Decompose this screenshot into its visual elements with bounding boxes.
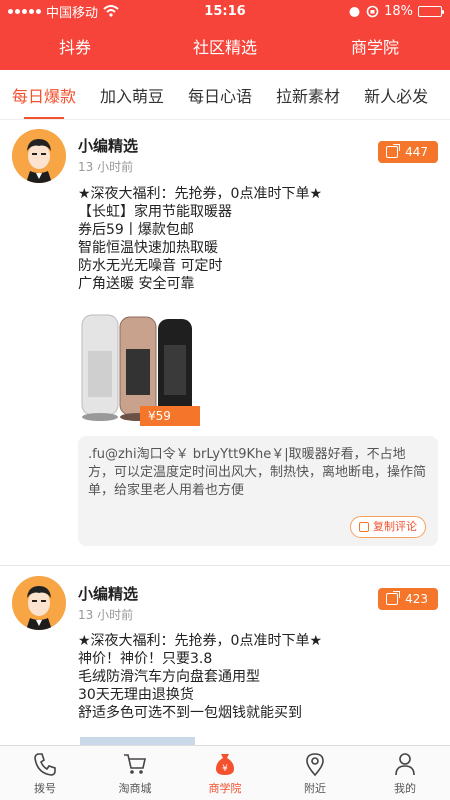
- copy-icon: [359, 522, 369, 532]
- avatar[interactable]: [12, 129, 66, 183]
- person-icon: [395, 752, 415, 775]
- post-divider: [0, 565, 450, 566]
- tab-mine[interactable]: 我的: [360, 746, 450, 800]
- money-bag-icon: ¥: [216, 753, 234, 775]
- share-count: 447: [405, 145, 428, 159]
- carrier-label: 中国移动: [46, 5, 99, 21]
- post-line: ★深夜大福利：先抢券，0点准时下单★: [78, 633, 323, 649]
- post-line: 智能恒温快速加热取暖: [78, 240, 218, 256]
- status-bar: 中国移动 15:16 18%: [0, 0, 450, 22]
- top-nav-douquan[interactable]: 抖券: [0, 34, 150, 58]
- tab-label: 拨号: [34, 781, 56, 795]
- post-line: 神价！神价！只要3.8: [78, 651, 213, 667]
- tab-taobao-mall[interactable]: 淘商城: [90, 746, 180, 800]
- bottom-tab-bar: 拨号 淘商城 ¥ 商学院 附近 我的: [0, 745, 450, 800]
- price-tag: ¥59: [140, 406, 200, 426]
- subtab-newbie-must[interactable]: 新人必发: [364, 83, 428, 107]
- tab-label: 商学院: [208, 781, 242, 795]
- share-button[interactable]: 447: [378, 141, 438, 163]
- post-author-name: 小编精选: [78, 585, 139, 603]
- post-line: 30天无理由退换货: [78, 687, 194, 703]
- external-share-icon: [386, 591, 400, 605]
- product-image[interactable]: [80, 737, 195, 745]
- post-line: 防水无光无噪音 可定时: [78, 258, 223, 274]
- signal-icon: [8, 8, 41, 14]
- phone-icon: [34, 752, 56, 776]
- feed[interactable]: 小编精选 13 小时前 447 ★深夜大福利：先抢券，0点准时下单★ 【长虹】家…: [0, 121, 450, 745]
- subtab-referral-material[interactable]: 拉新素材: [276, 83, 340, 107]
- top-nav: 抖券 社区精选 商学院: [0, 22, 450, 70]
- copy-comment-button[interactable]: 复制评论: [350, 516, 426, 538]
- subtab-daily-hot[interactable]: 每日爆款: [12, 83, 76, 119]
- avatar[interactable]: [12, 576, 66, 630]
- tab-label: 淘商城: [118, 781, 152, 795]
- post-time: 13 小时前: [78, 608, 134, 622]
- battery-percent: 18%: [384, 3, 413, 19]
- external-share-icon: [386, 144, 400, 158]
- tab-academy[interactable]: ¥ 商学院: [180, 746, 270, 800]
- status-time: 15:16: [204, 3, 246, 19]
- share-button[interactable]: 423: [378, 588, 438, 610]
- comment-box: .fu@zhi淘口令￥ brLyYtt9Khe￥|取暖器好看，不占地方，可以定温…: [78, 436, 438, 546]
- post-line: 毛绒防滑汽车方向盘套通用型: [78, 669, 260, 685]
- alarm-icon: [349, 6, 360, 17]
- tab-nearby[interactable]: 附近: [270, 746, 360, 800]
- post-line: ★深夜大福利：先抢券，0点准时下单★: [78, 186, 323, 202]
- subtab-daily-words[interactable]: 每日心语: [188, 83, 252, 107]
- post-line: 舒适多色可选不到一包烟钱就能买到: [78, 705, 302, 721]
- post-line: 广角送暖 安全可靠: [78, 276, 195, 292]
- location-pin-icon: [306, 752, 324, 776]
- comment-text: .fu@zhi淘口令￥ brLyYtt9Khe￥|取暖器好看，不占地方，可以定温…: [88, 447, 427, 498]
- top-nav-academy[interactable]: 商学院: [300, 34, 450, 58]
- tab-label: 附近: [304, 781, 326, 795]
- battery-icon: [418, 5, 444, 17]
- post-line: 【长虹】家用节能取暖器: [78, 204, 232, 220]
- post-author-name: 小编精选: [78, 137, 139, 155]
- post-time: 13 小时前: [78, 160, 134, 174]
- post-line: 券后59丨爆款包邮: [78, 222, 194, 238]
- subtab-join-mengdou[interactable]: 加入萌豆: [100, 83, 164, 107]
- tab-label: 我的: [394, 781, 416, 795]
- cart-icon: [124, 753, 146, 774]
- rotation-lock-icon: [366, 5, 379, 17]
- post-body: ★深夜大福利：先抢券，0点准时下单★ 神价！神价！只要3.8 毛绒防滑汽车方向盘…: [78, 632, 438, 722]
- svg-text:¥: ¥: [222, 764, 228, 774]
- wifi-icon: [103, 5, 119, 17]
- copy-comment-label: 复制评论: [373, 520, 417, 533]
- sub-tabs: 每日爆款 加入萌豆 每日心语 拉新素材 新人必发: [0, 70, 450, 120]
- app-header: 中国移动 15:16 18% 抖券 社区精选 商学院: [0, 0, 450, 70]
- top-nav-community[interactable]: 社区精选: [150, 34, 300, 58]
- tab-dial[interactable]: 拨号: [0, 746, 90, 800]
- share-count: 423: [405, 592, 428, 606]
- post-body: ★深夜大福利：先抢券，0点准时下单★ 【长虹】家用节能取暖器 券后59丨爆款包邮…: [78, 185, 438, 293]
